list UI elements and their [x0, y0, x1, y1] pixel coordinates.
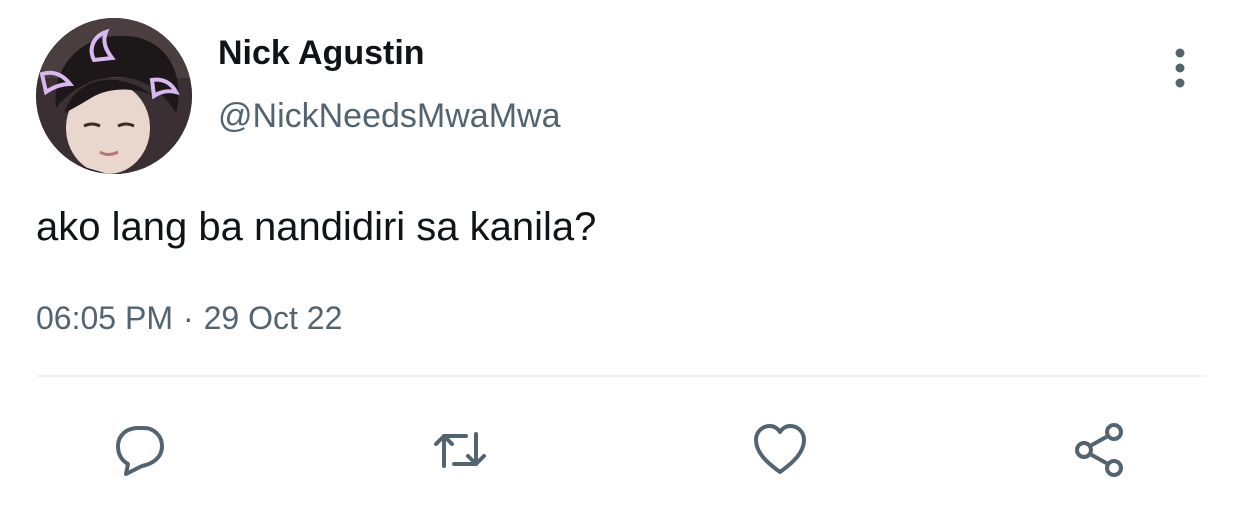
- tweet-text: ako lang ba nandidiri sa kanila?: [36, 205, 597, 249]
- divider: [36, 375, 1206, 377]
- avatar-image: [36, 18, 192, 174]
- more-vertical-icon: [1175, 48, 1185, 88]
- heart-icon: [754, 424, 806, 474]
- like-button[interactable]: [748, 418, 812, 482]
- tweet-time: 06:05 PM: [36, 300, 173, 336]
- avatar[interactable]: [36, 18, 192, 174]
- tweet-date: 29 Oct 22: [203, 300, 343, 336]
- display-name[interactable]: Nick Agustin: [218, 34, 425, 73]
- retweet-icon: [434, 432, 486, 468]
- timestamp-separator: ·: [182, 300, 194, 336]
- more-options-button[interactable]: [1160, 44, 1200, 94]
- retweet-button[interactable]: [428, 418, 492, 482]
- share-button[interactable]: [1068, 418, 1132, 482]
- tweet-timestamp[interactable]: 06:05 PM · 29 Oct 22: [36, 300, 342, 337]
- reply-button[interactable]: [108, 418, 172, 482]
- share-icon: [1075, 423, 1123, 477]
- user-handle[interactable]: @NickNeedsMwaMwa: [218, 97, 560, 136]
- tweet-card: Nick Agustin @NickNeedsMwaMwa ako lang b…: [0, 0, 1242, 517]
- comment-icon: [116, 426, 164, 476]
